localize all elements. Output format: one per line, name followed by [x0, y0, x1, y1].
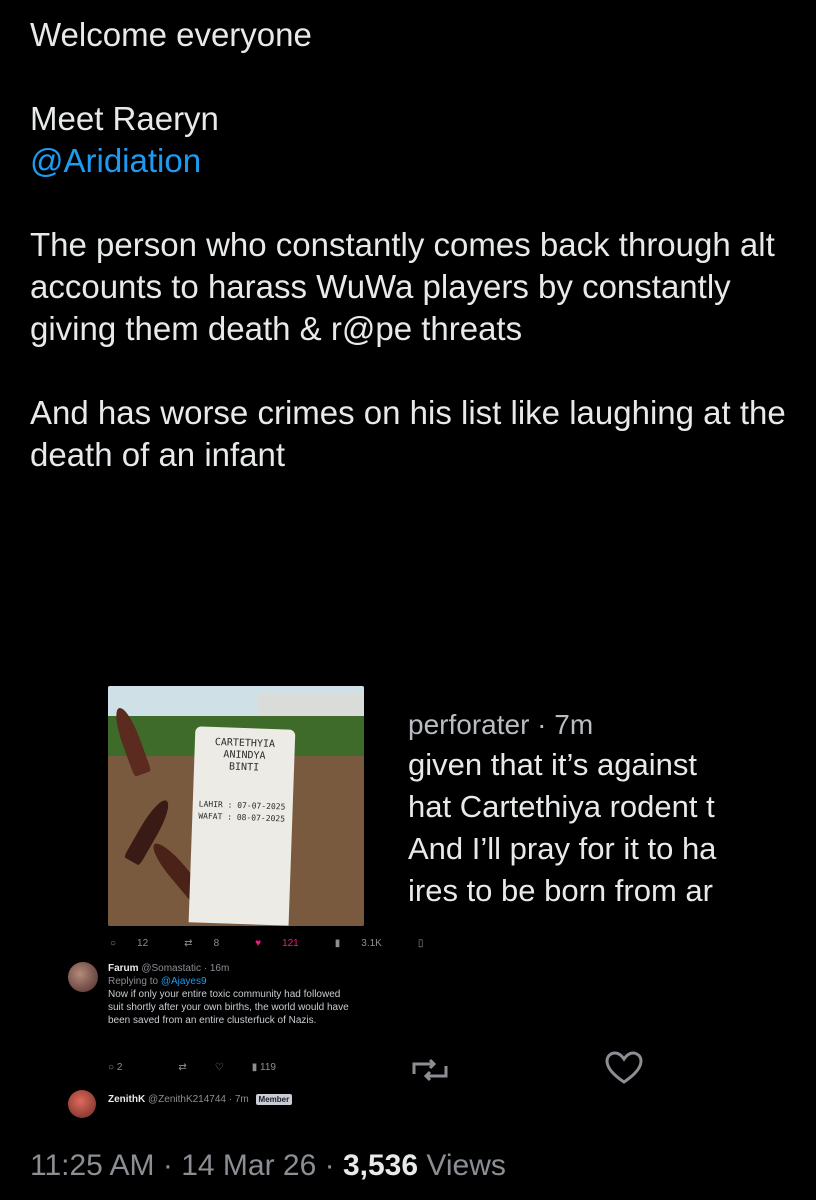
heart-icon[interactable]: ♡	[215, 1062, 224, 1078]
side-post-line: ires to be born from ar	[408, 873, 713, 908]
views-count[interactable]: 3,536	[343, 1149, 418, 1182]
gravestone: CARTETHYIA ANINDYA BINTI LAHIR : 07-07-2…	[188, 726, 296, 926]
reply-author-name[interactable]: Farum	[108, 963, 139, 974]
repost-icon: ⇄	[184, 937, 193, 949]
side-cropped-post: perforater · 7m given that it’s against …	[408, 706, 788, 912]
heart-icon[interactable]	[604, 1050, 644, 1086]
embedded-photo[interactable]: CARTETHYIA ANINDYA BINTI LAHIR : 07-07-2…	[108, 686, 364, 926]
like-count[interactable]: ♥ 121	[255, 938, 317, 949]
avatar[interactable]	[68, 962, 98, 992]
gravestone-date: WAFAT : 08-07-2025	[198, 811, 286, 824]
reply-author-handle: @Somastatic · 16m	[141, 963, 230, 974]
side-post-line: hat Cartethiya rodent t	[408, 789, 715, 824]
side-post-meta: perforater · 7m	[408, 709, 594, 740]
tweet-line-meet: Meet Raeryn	[30, 100, 219, 137]
tweet-footer: 11:25 AM · 14 Mar 26 · 3,536 Views	[30, 1149, 506, 1182]
reply-icon: ○	[110, 937, 117, 949]
bookmark-icon[interactable]: ▯	[418, 938, 424, 949]
replying-label: Replying to	[108, 976, 159, 987]
tweet-paragraph-harassment: The person who constantly comes back thr…	[30, 226, 775, 347]
embedded-reply-2: ZenithK @ZenithK214744 · 7m Member	[68, 1090, 368, 1118]
reply-author-name[interactable]: ZenithK	[108, 1094, 145, 1105]
tweet-date[interactable]: 14 Mar 26	[181, 1149, 316, 1182]
views-icon: ▮	[334, 937, 341, 949]
reply-count[interactable]: ○ 12	[110, 938, 166, 949]
embedded-reply-stats: ○ 2 ⇄ ♡ ▮ 119	[108, 1062, 358, 1078]
repost-count[interactable]: ⇄ 8	[184, 938, 237, 949]
tweet-line-welcome: Welcome everyone	[30, 16, 312, 53]
repost-icon[interactable]: ⇄	[178, 1062, 186, 1078]
side-post-line: given that it’s against	[408, 747, 697, 782]
mention-link[interactable]: @Aridiation	[30, 140, 800, 182]
side-actions	[410, 1050, 670, 1090]
reply-text: Now if only your entire toxic community …	[108, 989, 349, 1026]
avatar[interactable]	[68, 1090, 96, 1118]
tweet-text: Welcome everyone Meet Raeryn @Aridiation…	[30, 14, 800, 476]
view-count[interactable]: ▮ 3.1K	[335, 938, 400, 949]
repost-icon[interactable]	[410, 1054, 450, 1086]
reply-count[interactable]: ○ 2	[108, 1062, 150, 1078]
side-post-line: And I’ll pray for it to ha	[408, 831, 717, 866]
heart-icon: ♥	[255, 937, 262, 949]
tweet-paragraph-crimes: And has worse crimes on his list like la…	[30, 394, 786, 473]
views-label: Views	[426, 1149, 506, 1182]
member-badge: Member	[255, 1094, 293, 1105]
embedded-stats: ○ 12 ⇄ 8 ♥ 121 ▮ 3.1K ▯	[110, 934, 423, 952]
reply-author-handle: @ZenithK214744 · 7m	[148, 1094, 249, 1105]
replying-handle[interactable]: @Ajayes9	[161, 976, 207, 987]
gravestone-line: BINTI	[228, 761, 260, 774]
view-count[interactable]: ▮ 119	[252, 1062, 304, 1078]
tweet-time[interactable]: 11:25 AM	[30, 1149, 155, 1182]
